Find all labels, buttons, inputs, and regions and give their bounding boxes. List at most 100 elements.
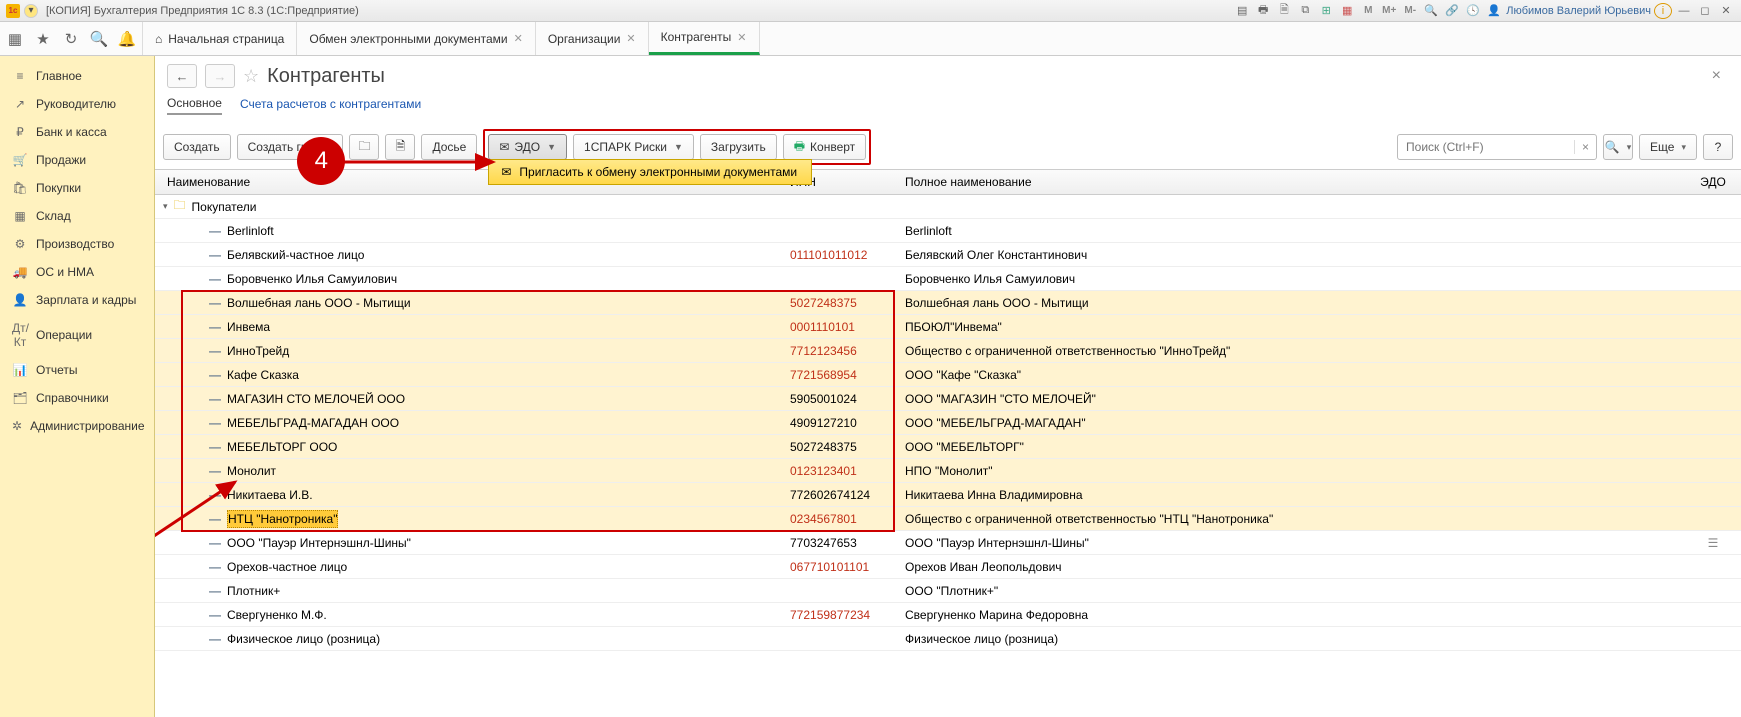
print-icon: 🖶 (794, 137, 805, 158)
find-button[interactable]: 🗀 (349, 134, 379, 160)
tab-edo[interactable]: Обмен электронными документами ✕ (297, 22, 535, 55)
search-global-icon[interactable]: 🔍 (1422, 3, 1440, 19)
table-row[interactable]: —Волшебная лань ООО - Мытищи5027248375Во… (155, 291, 1741, 315)
dossier-button[interactable]: Досье (421, 134, 477, 160)
subnav-main[interactable]: Основное (167, 96, 222, 115)
sidebar-item-1[interactable]: ↗Руководителю (0, 90, 154, 118)
table-row[interactable]: —Кафе Сказка7721568954ООО "Кафе "Сказка" (155, 363, 1741, 387)
load-button[interactable]: Загрузить (700, 134, 777, 160)
search-input[interactable] (1398, 140, 1574, 154)
nav-back-button[interactable]: ← (167, 64, 197, 88)
close-page-icon[interactable]: × (1704, 67, 1729, 85)
favorite-icon[interactable]: ★ (34, 30, 52, 48)
close-icon[interactable]: ✕ (626, 32, 635, 45)
table-row[interactable]: —Инвема0001110101ПБОЮЛ"Инвема" (155, 315, 1741, 339)
envelope-button[interactable]: 🖶 Конверт (783, 134, 866, 160)
table-row[interactable]: —ИнноТрейд7712123456Общество с ограничен… (155, 339, 1741, 363)
bell-icon[interactable]: 🔔 (118, 30, 136, 48)
tab-home[interactable]: ⌂ Начальная страница (143, 22, 297, 55)
sidebar-item-9[interactable]: Дт/КтОперации (0, 314, 154, 356)
sidebar-item-label: Зарплата и кадры (36, 293, 136, 307)
collapse-icon[interactable]: ▾ (163, 201, 168, 212)
sidebar-item-11[interactable]: 🗂Справочники (0, 384, 154, 412)
sidebar-item-8[interactable]: 👤Зарплата и кадры (0, 286, 154, 314)
calendar-icon[interactable]: ▦ (1338, 3, 1356, 19)
table-row[interactable]: —Никитаева И.В.772602674124Никитаева Инн… (155, 483, 1741, 507)
compare-icon[interactable]: ⧉ (1296, 3, 1314, 19)
item-icon: — (209, 320, 221, 334)
sidebar-item-0[interactable]: ≡Главное (0, 62, 154, 90)
spark-button[interactable]: 1СПАРК Риски▼ (573, 134, 694, 160)
doc-icon[interactable]: 🗎 (1275, 3, 1293, 19)
sidebar-item-5[interactable]: ▦Склад (0, 202, 154, 230)
table-row[interactable]: —МЕБЕЛЬТОРГ ООО5027248375ООО "МЕБЕЛЬТОРГ… (155, 435, 1741, 459)
sidebar-icon: 🛒 (12, 153, 28, 167)
list-button[interactable]: 🗎 (385, 134, 415, 160)
calc-icon[interactable]: ⊞ (1317, 3, 1335, 19)
apps-icon[interactable]: ▦ (6, 30, 24, 48)
grid-body[interactable]: ▾ 🗀 Покупатели —BerlinloftBerlinloft—Бел… (155, 195, 1741, 717)
print-icon[interactable]: 🖶 (1254, 3, 1272, 19)
row-full: ООО "Плотник+" (905, 584, 1693, 598)
row-inn: 5027248375 (790, 440, 905, 454)
row-name: Никитаева И.В. (227, 488, 313, 502)
edo-dropdown-invite[interactable]: ✉ Пригласить к обмену электронными докум… (488, 159, 812, 185)
search-button[interactable]: 🔍▾ (1603, 134, 1633, 160)
memory-m[interactable]: M (1359, 3, 1377, 19)
memory-mplus[interactable]: M+ (1380, 3, 1398, 19)
close-window-icon[interactable]: ✕ (1717, 3, 1735, 19)
sidebar-icon: 🚚 (12, 265, 28, 279)
table-row[interactable]: —Боровченко Илья СамуиловичБоровченко Ил… (155, 267, 1741, 291)
col-edo[interactable]: ЭДО (1693, 175, 1733, 189)
item-icon: — (209, 416, 221, 430)
table-row[interactable]: —Свергуненко М.Ф.772159877234Свергуненко… (155, 603, 1741, 627)
search-tool-icon[interactable]: 🔍 (90, 30, 108, 48)
user-name[interactable]: Любимов Валерий Юрьевич (1506, 5, 1651, 17)
link-icon[interactable]: 🔗 (1443, 3, 1461, 19)
memory-mminus[interactable]: M- (1401, 3, 1419, 19)
sidebar-item-3[interactable]: 🛒Продажи (0, 146, 154, 174)
dropdown-icon[interactable]: ▾ (24, 4, 38, 18)
help-button[interactable]: ? (1703, 134, 1733, 160)
minimize-icon[interactable]: — (1675, 3, 1693, 19)
nav-forward-button[interactable]: → (205, 64, 235, 88)
item-icon: — (209, 344, 221, 358)
subnav-accounts[interactable]: Счета расчетов с контрагентами (240, 97, 421, 114)
history-tool-icon[interactable]: ↻ (62, 30, 80, 48)
table-row[interactable]: —НТЦ "Нанотроника"0234567801Общество с о… (155, 507, 1741, 531)
tb-icon-1[interactable]: ▤ (1233, 3, 1251, 19)
sidebar-item-10[interactable]: 📊Отчеты (0, 356, 154, 384)
sidebar-item-4[interactable]: 🛍Покупки (0, 174, 154, 202)
close-icon[interactable]: ✕ (514, 32, 523, 45)
table-row[interactable]: —Плотник+ООО "Плотник+" (155, 579, 1741, 603)
tab-org[interactable]: Организации ✕ (536, 22, 649, 55)
clear-search-icon[interactable]: × (1574, 140, 1596, 154)
table-row[interactable]: —BerlinloftBerlinloft (155, 219, 1741, 243)
sidebar-item-6[interactable]: ⚙Производство (0, 230, 154, 258)
table-row[interactable]: —Монолит0123123401НПО "Монолит" (155, 459, 1741, 483)
row-name: ООО "Пауэр Интернэшнл-Шины" (227, 536, 411, 550)
maximize-icon[interactable]: ◻ (1696, 3, 1714, 19)
table-row[interactable]: —МЕБЕЛЬГРАД-МАГАДАН ООО4909127210ООО "МЕ… (155, 411, 1741, 435)
sidebar-item-2[interactable]: ₽Банк и касса (0, 118, 154, 146)
edo-button[interactable]: ✉ ЭДО▼ (488, 134, 567, 160)
table-row[interactable]: —Орехов-частное лицо067710101101Орехов И… (155, 555, 1741, 579)
table-row[interactable]: —МАГАЗИН СТО МЕЛОЧЕЙ ООО5905001024ООО "М… (155, 387, 1741, 411)
close-icon[interactable]: ✕ (737, 31, 746, 44)
item-icon: — (209, 392, 221, 406)
star-icon[interactable]: ☆ (243, 66, 259, 87)
sidebar-item-label: ОС и НМА (36, 265, 94, 279)
folder-row[interactable]: ▾ 🗀 Покупатели (155, 195, 1741, 219)
col-full[interactable]: Полное наименование (905, 175, 1693, 189)
table-row[interactable]: —ООО "Пауэр Интернэшнл-Шины"7703247653ОО… (155, 531, 1741, 555)
info-icon[interactable]: i (1654, 3, 1672, 19)
create-button[interactable]: Создать (163, 134, 231, 160)
table-row[interactable]: —Белявский-частное лицо011101011012Беляв… (155, 243, 1741, 267)
more-button[interactable]: Еще▾ (1639, 134, 1697, 160)
tab-contractors[interactable]: Контрагенты ✕ (649, 22, 760, 55)
row-full: ООО "МЕБЕЛЬГРАД-МАГАДАН" (905, 416, 1693, 430)
history-icon[interactable]: 🕓 (1464, 3, 1482, 19)
sidebar-item-7[interactable]: 🚚 ОС и НМА (0, 258, 154, 286)
table-row[interactable]: —Физическое лицо (розница)Физическое лиц… (155, 627, 1741, 651)
sidebar-item-12[interactable]: ✲Администрирование (0, 412, 154, 440)
